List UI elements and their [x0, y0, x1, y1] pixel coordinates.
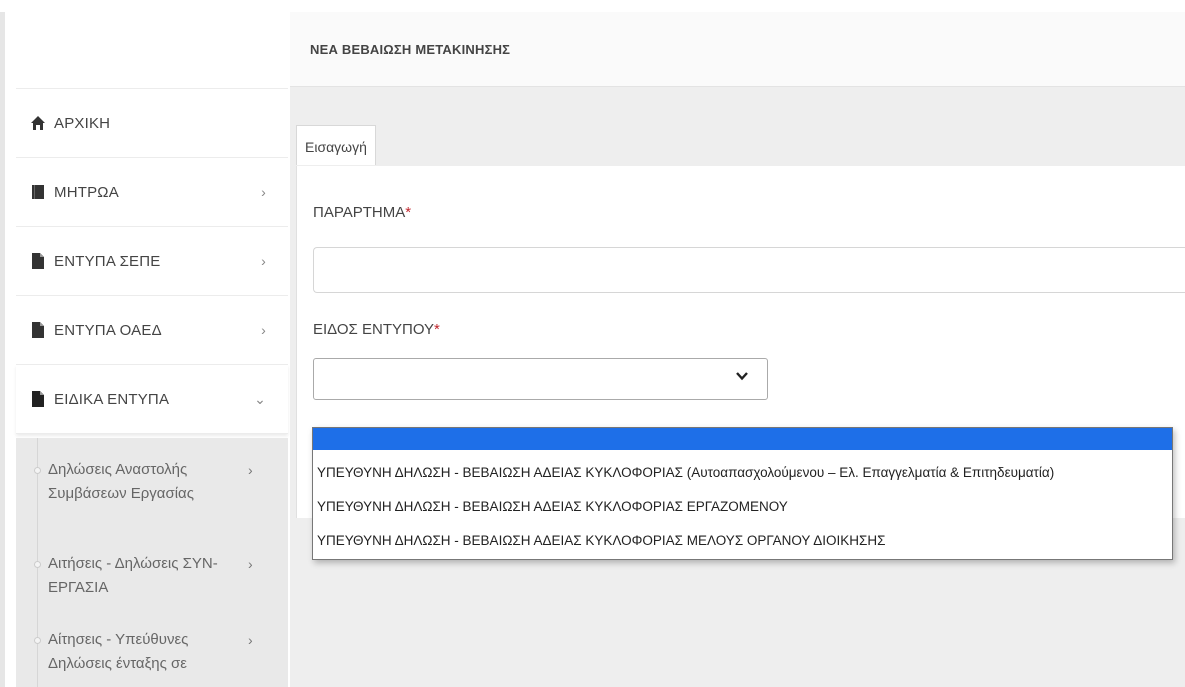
submenu-item-suspension-declarations[interactable]: Δηλώσεις Αναστολής Συμβάσεων Εργασίας ›	[16, 458, 288, 512]
file-icon	[30, 391, 46, 407]
chevron-right-icon: ›	[248, 556, 253, 572]
sidebar-item-registries[interactable]: ΜΗΤΡΩΑ ›	[16, 158, 288, 227]
submenu-item-label-line2: Συμβάσεων Εργασίας	[48, 485, 194, 502]
sidebar-submenu: Δηλώσεις Αναστολής Συμβάσεων Εργασίας › …	[16, 438, 288, 687]
chevron-right-icon: ›	[248, 632, 253, 648]
file-icon	[30, 322, 46, 338]
chevron-right-icon: ›	[261, 322, 266, 338]
window-edge	[0, 12, 5, 687]
chevron-right-icon: ›	[261, 184, 266, 200]
chevron-right-icon: ›	[248, 462, 253, 478]
submenu-item-label-line1: Αιτήσεις - Δηλώσεις ΣΥΝ-	[48, 555, 218, 572]
form-type-dropdown-list: ΥΠΕΥΘΥΝΗ ΔΗΛΩΣΗ - ΒΕΒΑΙΩΣΗ ΑΔΕΙΑΣ ΚΥΚΛΟΦ…	[312, 427, 1173, 560]
submenu-item-syn-ergasia[interactable]: Αιτήσεις - Δηλώσεις ΣΥΝ- ΕΡΓΑΣΙΑ ›	[16, 552, 288, 606]
dropdown-option-self-employed[interactable]: ΥΠΕΥΘΥΝΗ ΔΗΛΩΣΗ - ΒΕΒΑΙΩΣΗ ΑΔΕΙΑΣ ΚΥΚΛΟΦ…	[313, 462, 1172, 484]
submenu-item-label-line1: Δηλώσεις Αναστολής	[48, 461, 188, 478]
page-title: ΝΕΑ ΒΕΒΑΙΩΣΗ ΜΕΤΑΚΙΝΗΣΗΣ	[310, 42, 511, 57]
form-type-label: ΕΙΔΟΣ ΕΝΤΥΠΟΥ*	[313, 321, 440, 338]
sidebar-item-label: ΕΙΔΙΚΑ ΕΝΤΥΠΑ	[54, 390, 170, 408]
tab-insert[interactable]: Εισαγωγή	[296, 125, 376, 165]
home-icon	[30, 115, 46, 131]
bullet-icon	[34, 561, 41, 568]
submenu-item-label-line1: Αίτησεις - Υπεύθυνες	[48, 631, 189, 648]
form-type-label-text: ΕΙΔΟΣ ΕΝΤΥΠΟΥ	[313, 321, 435, 338]
required-mark: *	[405, 204, 412, 221]
bullet-icon	[34, 467, 41, 474]
sidebar-item-special-forms[interactable]: ΕΙΔΙΚΑ ΕΝΤΥΠΑ ⌄	[16, 365, 288, 434]
sidebar-item-sepe-forms[interactable]: ΕΝΤΥΠΑ ΣΕΠΕ ›	[16, 227, 288, 296]
page-header: ΝΕΑ ΒΕΒΑΙΩΣΗ ΜΕΤΑΚΙΝΗΣΗΣ	[290, 12, 1185, 87]
chevron-down-icon	[736, 372, 748, 381]
main-content: ΝΕΑ ΒΕΒΑΙΩΣΗ ΜΕΤΑΚΙΝΗΣΗΣ Εισαγωγή ΠΑΡΑΡΤ…	[290, 12, 1185, 687]
sidebar-item-home[interactable]: ΑΡΧΙΚΗ	[16, 89, 288, 158]
required-mark: *	[434, 321, 440, 338]
book-icon	[30, 184, 46, 200]
dropdown-option-empty[interactable]	[313, 428, 1172, 450]
dropdown-option-employee[interactable]: ΥΠΕΥΘΥΝΗ ΔΗΛΩΣΗ - ΒΕΒΑΙΩΣΗ ΑΔΕΙΑΣ ΚΥΚΛΟΦ…	[313, 496, 1172, 518]
branch-input[interactable]	[313, 247, 1185, 293]
submenu-item-label-line2: Δηλώσεις ένταξης σε	[48, 655, 187, 672]
bullet-icon	[34, 637, 41, 644]
sidebar-item-label: ΕΝΤΥΠΑ ΣΕΠΕ	[54, 252, 161, 270]
submenu-item-inclusion-applications[interactable]: Αίτησεις - Υπεύθυνες Δηλώσεις ένταξης σε…	[16, 628, 288, 682]
file-icon	[30, 253, 46, 269]
submenu-item-label-line2: ΕΡΓΑΣΙΑ	[48, 579, 109, 596]
app-window: ΑΡΧΙΚΗ ΜΗΤΡΩΑ › ΕΝΤΥΠΑ ΣΕΠΕ › ΕΝΤΥΠΑ ΟΑΕ…	[0, 0, 1185, 687]
branch-label: ΠΑΡΑΡΤΗΜΑ*	[313, 204, 411, 221]
dropdown-option-board-member[interactable]: ΥΠΕΥΘΥΝΗ ΔΗΛΩΣΗ - ΒΕΒΑΙΩΣΗ ΑΔΕΙΑΣ ΚΥΚΛΟΦ…	[313, 530, 1172, 552]
sidebar-item-oaed-forms[interactable]: ΕΝΤΥΠΑ ΟΑΕΔ ›	[16, 296, 288, 365]
chevron-right-icon: ›	[261, 253, 266, 269]
sidebar-item-label: ΑΡΧΙΚΗ	[54, 114, 111, 132]
branch-label-text: ΠΑΡΑΡΤΗΜΑ	[313, 204, 406, 221]
sidebar-item-label: ΕΝΤΥΠΑ ΟΑΕΔ	[54, 321, 162, 339]
sidebar-item-label: ΜΗΤΡΩΑ	[54, 183, 119, 201]
chevron-down-icon: ⌄	[254, 390, 266, 407]
sidebar-logo-area	[16, 12, 288, 89]
form-type-select[interactable]	[313, 358, 768, 400]
